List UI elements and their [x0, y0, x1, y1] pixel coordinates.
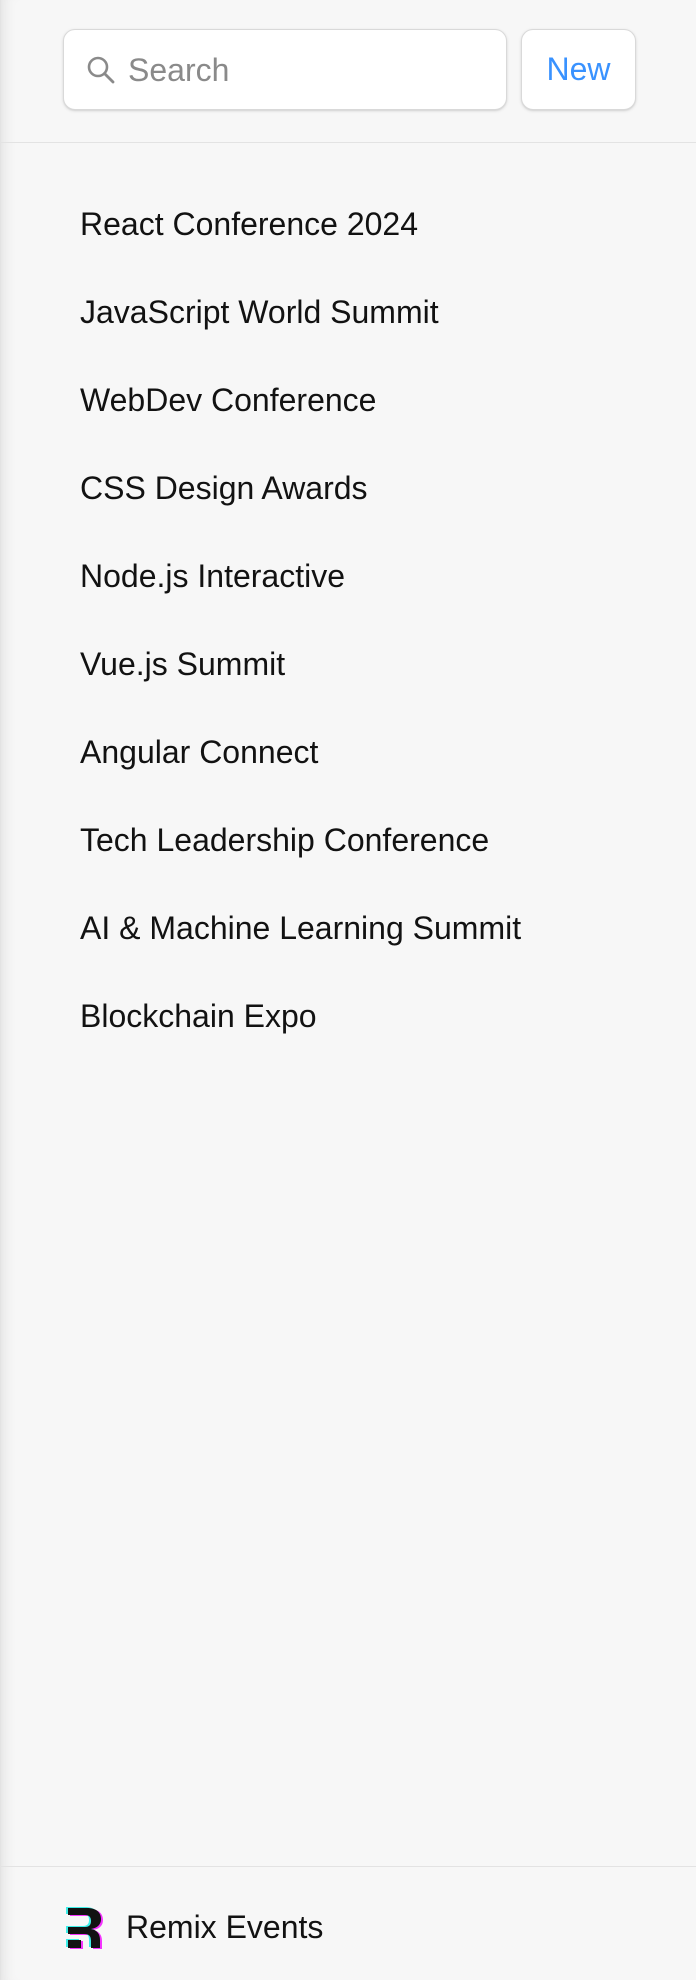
- event-item[interactable]: Vue.js Summit: [63, 620, 521, 708]
- search-bar: New: [1, 0, 696, 143]
- search-input[interactable]: [128, 38, 492, 102]
- event-item[interactable]: Blockchain Expo: [63, 972, 521, 1060]
- remix-logo-icon[interactable]: [63, 1903, 109, 1953]
- new-button[interactable]: New: [521, 29, 636, 110]
- footer: Remix Events: [1, 1866, 696, 1980]
- sidebar: New React Conference 2024 JavaScript Wor…: [0, 0, 696, 1980]
- event-item[interactable]: JavaScript World Summit: [63, 268, 521, 356]
- event-item[interactable]: WebDev Conference: [63, 356, 521, 444]
- search-icon: [87, 56, 115, 84]
- event-list: React Conference 2024 JavaScript World S…: [63, 180, 521, 1060]
- event-item[interactable]: Tech Leadership Conference: [63, 796, 521, 884]
- event-item[interactable]: CSS Design Awards: [63, 444, 521, 532]
- event-item[interactable]: AI & Machine Learning Summit: [63, 884, 521, 972]
- app-name: Remix Events: [126, 1909, 324, 1945]
- event-item[interactable]: React Conference 2024: [63, 180, 521, 268]
- event-item[interactable]: Node.js Interactive: [63, 532, 521, 620]
- search-box[interactable]: [63, 29, 507, 110]
- event-item[interactable]: Angular Connect: [63, 708, 521, 796]
